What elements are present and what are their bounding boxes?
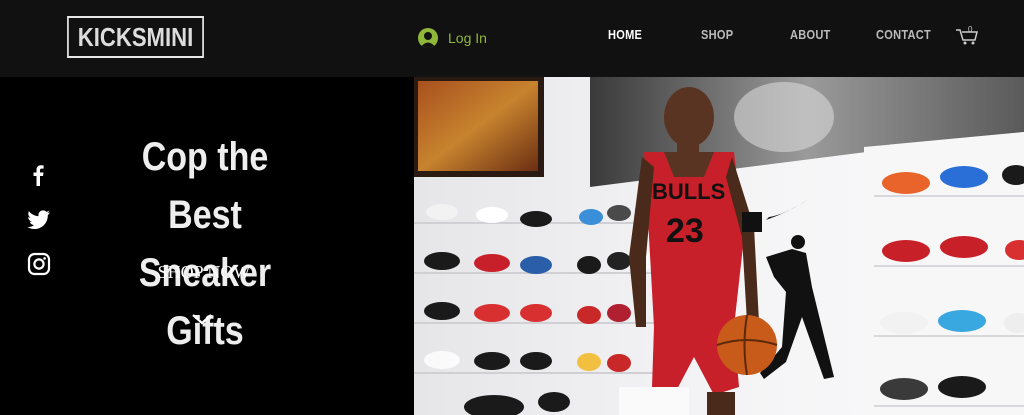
jersey-number: 23 — [666, 212, 704, 250]
nav-about[interactable]: ABOUT — [790, 27, 831, 42]
instagram-icon — [27, 252, 51, 276]
twitter-link[interactable] — [26, 206, 52, 232]
jersey-text: BULLS — [652, 179, 725, 204]
cart-count: 0 — [968, 25, 973, 34]
twitter-icon — [27, 210, 50, 229]
shop-now-button[interactable]: SHOP NOW — [145, 262, 263, 283]
site-logo[interactable]: KICKSMINI — [67, 16, 204, 58]
sneaker-wall-image: BULLS 23 — [414, 77, 1024, 415]
facebook-icon — [33, 165, 44, 186]
nav-contact[interactable]: CONTACT — [876, 27, 931, 42]
instagram-link[interactable] — [26, 251, 52, 277]
hero-photo: BULLS 23 — [414, 77, 1024, 415]
cart-icon: 0 — [956, 25, 978, 45]
site-header: KICKSMINI Log In HOME SHOP ABOUT CONTACT… — [0, 0, 1024, 77]
hero-title-line1: Cop the Best — [141, 135, 269, 237]
nav-home[interactable]: HOME — [608, 27, 642, 42]
chevron-down-icon — [192, 314, 212, 325]
user-avatar-icon — [418, 28, 438, 48]
login-label: Log In — [448, 30, 487, 46]
facebook-link[interactable] — [26, 162, 52, 188]
nav-shop[interactable]: SHOP — [701, 27, 733, 42]
scroll-down-button[interactable] — [190, 312, 214, 326]
login-button[interactable]: Log In — [418, 28, 487, 48]
cart-button[interactable]: 0 — [955, 24, 979, 46]
